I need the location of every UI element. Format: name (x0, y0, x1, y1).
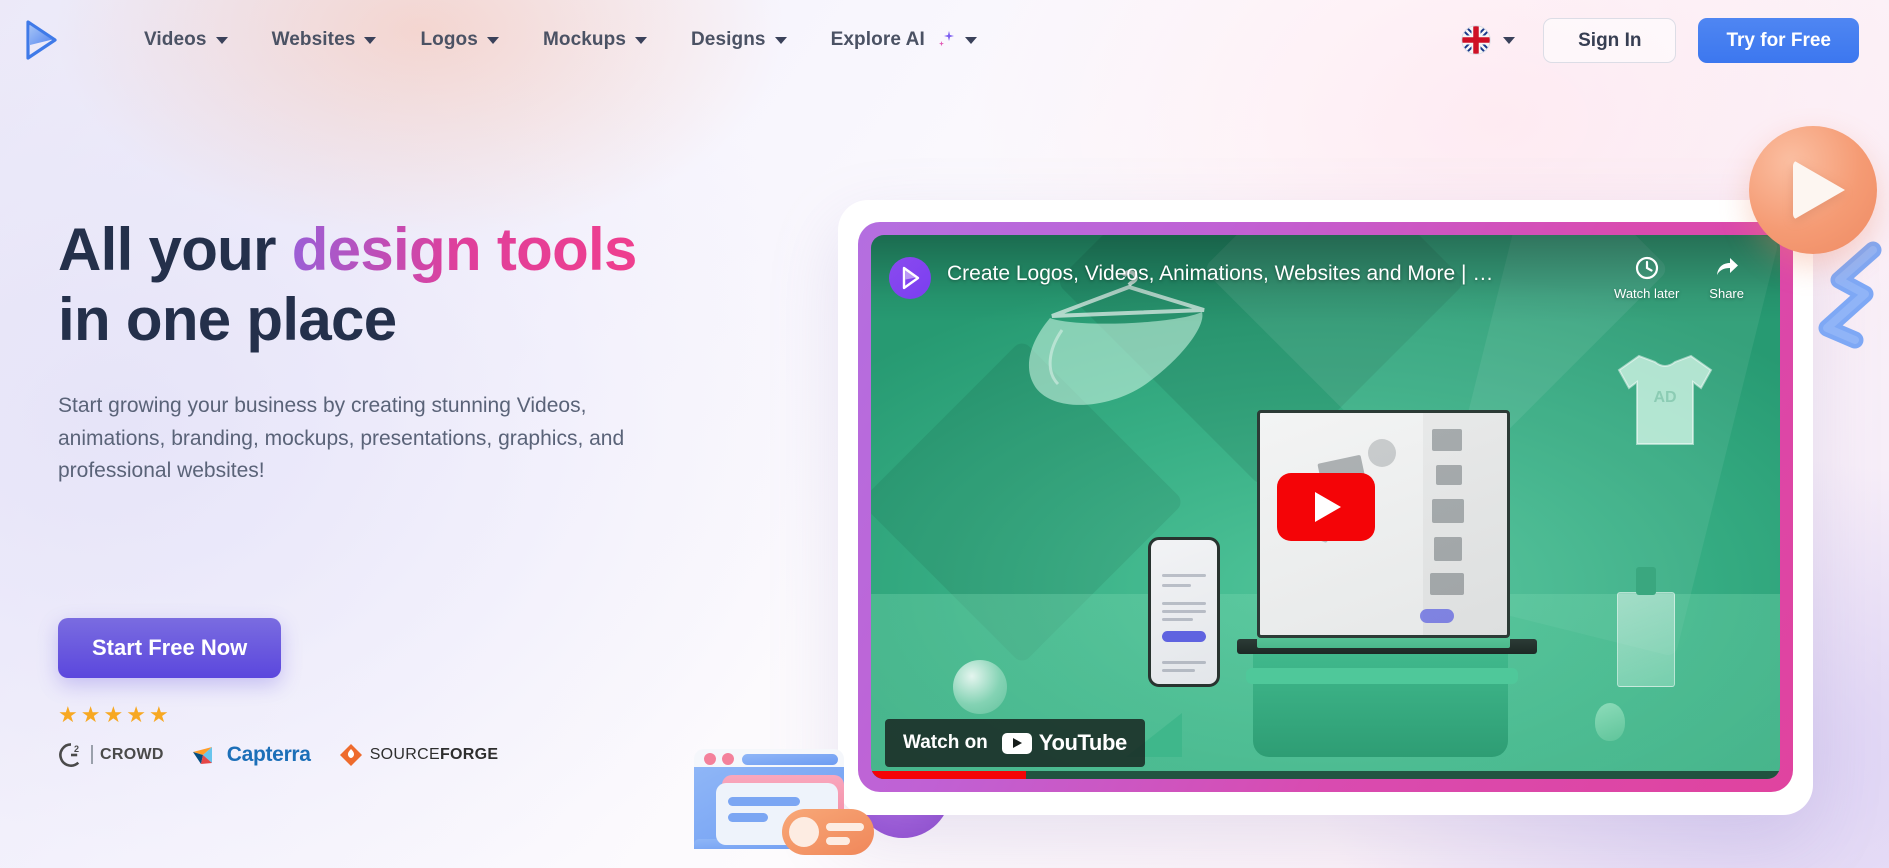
review-platform-logos: 2 CROWD Capterra SOURCEFORGE (58, 742, 698, 768)
video-overlay-actions: Watch later Share (1614, 255, 1758, 301)
g2-crowd-text: CROWD (100, 745, 164, 763)
headline-part-1: All your (58, 216, 292, 283)
watch-later-label: Watch later (1614, 286, 1680, 301)
phone-text-line (1162, 617, 1194, 621)
sourceforge-logo[interactable]: SOURCEFORGE (339, 743, 499, 767)
try-for-free-button[interactable]: Try for Free (1698, 17, 1859, 63)
video-thumbnail[interactable]: AD Create Logos, Videos, Animations, Web… (871, 235, 1780, 779)
nav-item-explore-ai[interactable]: Explore AI (809, 21, 999, 59)
g2-crowd-logo[interactable]: 2 CROWD (58, 742, 164, 768)
share-label: Share (1709, 286, 1744, 301)
video-player-card: AD Create Logos, Videos, Animations, Web… (838, 200, 1813, 815)
ai-sparkle-icon (934, 29, 956, 51)
nav-label-explore-ai: Explore AI (830, 29, 925, 50)
perfume-bottle-prop (1617, 566, 1676, 687)
chevron-down-icon (774, 36, 787, 44)
chevron-down-icon (634, 36, 647, 44)
star-icon: ★ (58, 701, 78, 727)
headline-accent: design tools (291, 216, 638, 283)
podium-prop (1252, 637, 1508, 758)
play-triangle-icon (1315, 492, 1341, 522)
youtube-play-button[interactable] (1276, 473, 1375, 541)
renderforest-channel-avatar[interactable] (889, 257, 931, 299)
chevron-down-icon (964, 36, 977, 44)
hero-subheading: Start growing your business by creating … (58, 394, 625, 483)
phone-cta-button (1162, 630, 1207, 642)
nav-label-websites: Websites (271, 29, 356, 50)
watch-on-youtube-button[interactable]: Watch on YouTube (885, 719, 1145, 767)
logo-divider (91, 745, 93, 765)
start-free-now-button[interactable]: Start Free Now (58, 617, 282, 678)
nav-item-videos[interactable]: Videos (122, 21, 250, 59)
channel-play-icon (902, 266, 920, 290)
clock-icon (1635, 256, 1658, 280)
nav-item-designs[interactable]: Designs (669, 21, 809, 59)
svg-text:AD: AD (1654, 389, 1677, 406)
phone-text-line (1162, 573, 1207, 577)
capterra-logo[interactable]: Capterra (192, 743, 311, 767)
youtube-icon (1001, 732, 1032, 754)
nav-item-logos[interactable]: Logos (398, 21, 521, 59)
podium-top (1245, 667, 1518, 684)
nav-item-mockups[interactable]: Mockups (521, 21, 669, 59)
star-icon: ★ (148, 701, 169, 727)
sourceforge-text: SOURCEFORGE (370, 746, 499, 764)
video-title[interactable]: Create Logos, Videos, Animations, Websit… (947, 262, 1507, 286)
star-icon: ★ (126, 701, 146, 727)
nav-item-websites[interactable]: Websites (250, 21, 399, 59)
uk-flag-icon (1461, 25, 1491, 55)
top-navigation-bar: Videos Websites Logos Mockups Designs Ex… (0, 0, 1889, 80)
page-title: All your design tools in one place (58, 215, 698, 354)
nav-right-actions: Sign In Try for Free (1461, 17, 1859, 63)
watch-later-button[interactable]: Watch later (1614, 255, 1679, 301)
phone-text-line (1162, 601, 1207, 605)
share-button[interactable]: Share (1709, 255, 1744, 301)
star-rating: ★ ★ ★ ★ ★ (58, 701, 698, 727)
phone-text-line (1162, 609, 1207, 613)
chevron-down-icon (364, 36, 377, 44)
star-icon: ★ (103, 701, 124, 727)
main-nav-links: Videos Websites Logos Mockups Designs Ex… (122, 21, 999, 59)
star-icon: ★ (80, 701, 101, 727)
capterra-text: Capterra (226, 742, 311, 766)
video-top-overlay: Create Logos, Videos, Animations, Websit… (871, 235, 1780, 323)
sign-in-button[interactable]: Sign In (1543, 17, 1677, 63)
sourceforge-text-light: SOURCE (369, 745, 440, 763)
bottle-cap (1636, 566, 1657, 595)
video-progress-bar[interactable] (871, 771, 1026, 779)
language-selector[interactable] (1461, 25, 1516, 55)
svg-text:2: 2 (74, 744, 79, 754)
sourceforge-mark-icon (339, 743, 362, 766)
youtube-brand: YouTube (1001, 730, 1127, 756)
chevron-down-icon (486, 36, 499, 44)
nav-label-logos: Logos (420, 29, 478, 50)
capterra-mark-icon (192, 746, 212, 764)
egg-prop (1595, 702, 1626, 741)
nav-label-designs: Designs (690, 29, 766, 50)
g2-mark-icon: 2 (59, 742, 80, 767)
renderforest-logo-icon[interactable] (18, 18, 62, 62)
nav-label-mockups: Mockups (542, 29, 626, 50)
video-gradient-frame: AD Create Logos, Videos, Animations, Web… (858, 222, 1793, 792)
watch-on-label: Watch on (903, 732, 988, 753)
youtube-wordmark: YouTube (1038, 730, 1127, 755)
phone-prop (1148, 536, 1221, 687)
phone-text-line (1162, 668, 1196, 672)
hero-content: All your design tools in one place Start… (58, 215, 698, 768)
sourceforge-text-bold: FORGE (439, 745, 499, 763)
headline-part-2: in one place (58, 285, 397, 353)
glass-sphere-prop (952, 659, 1007, 714)
phone-text-line (1162, 660, 1207, 664)
share-arrow-icon (1716, 258, 1738, 275)
chevron-down-icon (1503, 36, 1516, 44)
nav-label-videos: Videos (144, 29, 207, 50)
chevron-down-icon (215, 36, 228, 44)
tshirt-prop: AD (1618, 354, 1713, 445)
phone-text-line (1162, 583, 1192, 587)
